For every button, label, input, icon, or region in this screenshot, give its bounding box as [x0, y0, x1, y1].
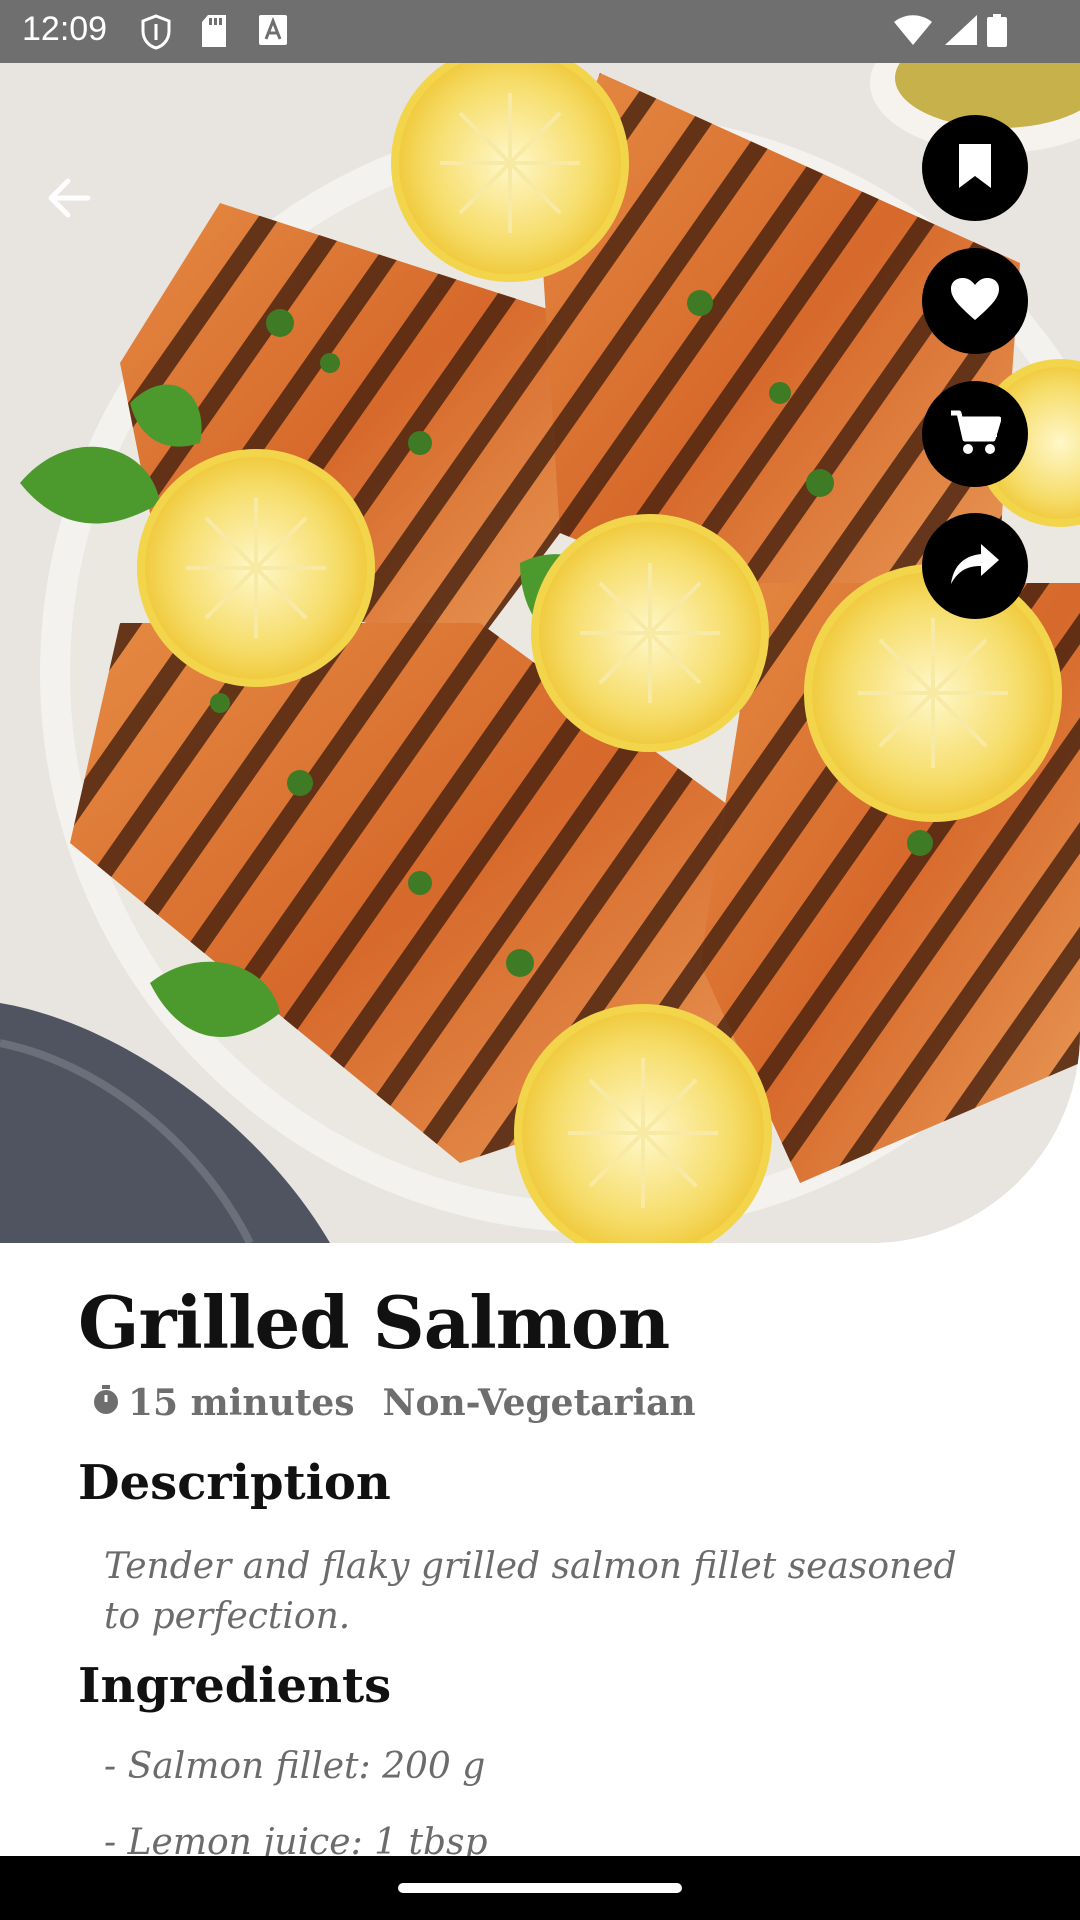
- recipe-category: Non-Vegetarian: [382, 1382, 696, 1424]
- share-icon: [949, 542, 1001, 590]
- heart-icon: [949, 276, 1001, 326]
- battery-icon: [986, 14, 1008, 48]
- ingredient-item: - Salmon fillet: 200 g: [104, 1746, 486, 1787]
- home-gesture-handle[interactable]: [398, 1883, 682, 1893]
- grilled-salmon-photo: [0, 63, 1080, 1243]
- bookmark-button[interactable]: [922, 115, 1028, 221]
- bookmark-icon: [955, 142, 995, 194]
- navigation-bar: [0, 1856, 1080, 1920]
- sd-card-icon: [200, 14, 228, 48]
- timer-icon: [92, 1382, 120, 1424]
- favorite-button[interactable]: [922, 248, 1028, 354]
- cook-time-value: 15 minutes: [128, 1382, 355, 1424]
- cook-time: 15 minutes: [92, 1382, 355, 1424]
- recipe-meta: 15 minutes Non-Vegetarian: [92, 1378, 696, 1428]
- cart-icon: [949, 409, 1002, 459]
- signal-icon: [944, 14, 978, 46]
- status-time: 12:09: [22, 10, 108, 48]
- wifi-icon: [893, 14, 933, 46]
- recipe-hero-image: [0, 63, 1080, 1243]
- description-text: Tender and flaky grilled salmon fillet s…: [104, 1546, 957, 1637]
- description-heading: Description: [78, 1455, 391, 1511]
- share-button[interactable]: [922, 513, 1028, 619]
- text-a-icon: [258, 14, 288, 46]
- back-arrow-icon[interactable]: [44, 173, 94, 223]
- status-bar: 12:09: [0, 0, 1080, 63]
- shield-icon: [140, 14, 172, 50]
- cart-button[interactable]: [922, 381, 1028, 487]
- ingredients-heading: Ingredients: [78, 1658, 392, 1714]
- recipe-title: Grilled Salmon: [78, 1280, 670, 1365]
